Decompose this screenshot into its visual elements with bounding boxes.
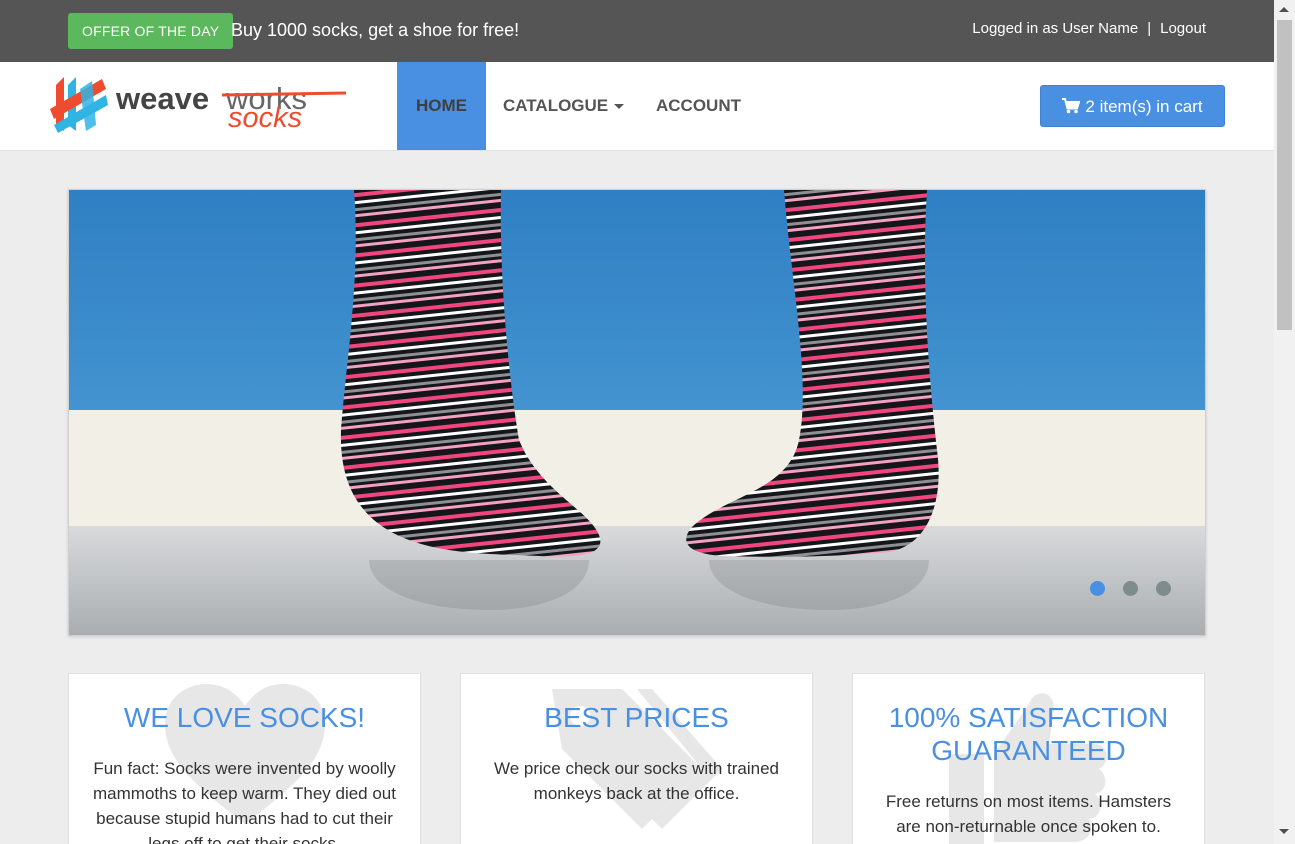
scroll-down-arrow-icon[interactable] [1279,829,1289,834]
offer-badge: OFFER OF THE DAY [68,13,234,49]
nav-home[interactable]: HOME [397,62,486,150]
weaveworks-socks-logo[interactable]: weave works socks [50,75,350,137]
scroll-up-arrow-icon[interactable] [1279,7,1289,12]
chevron-down-icon [614,104,625,110]
login-area: Logged in as User Name | Logout [972,20,1206,38]
hero-carousel[interactable] [68,189,1206,636]
feature-text: We price check our socks with trained mo… [493,759,780,803]
feature-title: BEST PRICES [544,702,729,733]
page-scrollbar[interactable] [1274,0,1295,844]
carousel-dot-1[interactable] [1090,581,1105,596]
nav-catalogue-label: CATALOGUE [503,96,609,115]
feature-title: 100% SATISFACTION GUARANTEED [888,702,1169,766]
feature-text: Free returns on most items. Hamsters are… [885,792,1172,836]
carousel-dot-2[interactable] [1123,581,1138,596]
logout-link[interactable]: Logout [1160,20,1206,37]
feature-box-satisfaction: 100% SATISFACTION GUARANTEED Free return… [852,673,1205,844]
top-bar: OFFER OF THE DAY Buy 1000 socks, get a s… [0,0,1274,62]
carousel-slide-image [69,190,1205,635]
feature-title: WE LOVE SOCKS! [123,702,366,733]
feature-box-best-prices: BEST PRICES We price check our socks wit… [460,673,813,844]
logo-word-socks: socks [228,102,302,134]
weaveworks-logo-mark [50,77,108,133]
logged-in-user-link[interactable]: Logged in as User Name [972,20,1138,37]
login-separator: | [1147,20,1152,37]
feature-text: Fun fact: Socks were invented by woolly … [93,759,396,844]
logo-word-weave: weave [115,81,209,116]
navbar: weave works socks HOME CATALOGUE ACCOUNT… [0,62,1274,151]
nav-account[interactable]: ACCOUNT [637,62,760,150]
shopping-cart-icon [1062,98,1081,114]
logo-strike-line [221,91,347,97]
carousel-dot-3[interactable] [1156,581,1171,596]
scrollbar-thumb[interactable] [1277,20,1292,330]
cart-label: 2 item(s) in cart [1085,97,1203,116]
feature-box-love-socks: WE LOVE SOCKS! Fun fact: Socks were inve… [68,673,421,844]
offer-text: Buy 1000 socks, get a shoe for free! [231,20,520,40]
nav-catalogue[interactable]: CATALOGUE [484,62,643,150]
cart-button[interactable]: 2 item(s) in cart [1040,85,1225,127]
